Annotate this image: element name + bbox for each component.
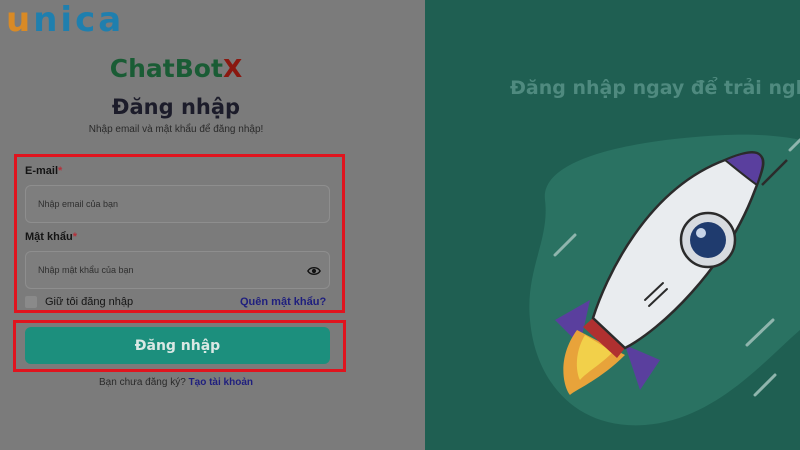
rocket-illustration xyxy=(529,134,800,426)
password-label: Mật khẩu* xyxy=(25,231,77,243)
unica-logo: unica xyxy=(6,0,125,40)
signup-row: Bạn chưa đăng ký? Tạo tài khoản xyxy=(0,377,352,388)
email-label: E-mail* xyxy=(25,165,63,177)
signup-link[interactable]: Tạo tài khoản xyxy=(189,377,253,388)
forgot-password-link[interactable]: Quên mật khẩu? xyxy=(240,296,326,308)
login-button[interactable]: Đăng nhập xyxy=(25,327,330,364)
email-field[interactable] xyxy=(26,186,329,222)
signup-prompt: Bạn chưa đăng ký? xyxy=(99,377,186,388)
remember-label: Giữ tôi đăng nhập xyxy=(45,296,134,308)
brand-logo: ChatBotX xyxy=(109,54,243,83)
password-field-wrapper xyxy=(25,251,330,289)
page-subtitle: Nhập email và mật khẩu để đăng nhập! xyxy=(88,124,264,135)
eye-icon[interactable] xyxy=(307,264,321,278)
email-field-wrapper xyxy=(25,185,330,223)
remember-checkbox[interactable] xyxy=(25,296,37,308)
remember-me[interactable]: Giữ tôi đăng nhập xyxy=(25,296,133,308)
password-field[interactable] xyxy=(26,252,329,288)
page-title: Đăng nhập xyxy=(111,95,241,119)
